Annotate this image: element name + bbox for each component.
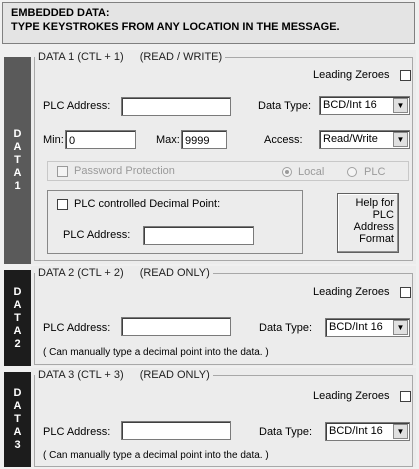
side-letter: A <box>13 400 22 412</box>
plc-address-label: PLC Address: <box>43 426 111 438</box>
plc-address-label: PLC Address: <box>43 100 111 112</box>
max-input[interactable] <box>181 130 227 149</box>
side-letter: 1 <box>14 180 21 192</box>
chevron-down-icon[interactable]: ▼ <box>393 98 408 113</box>
plc-address-label: PLC Address: <box>43 322 111 334</box>
access-select[interactable]: Read/Write ▼ <box>319 130 410 149</box>
data2-panel: DATA 2 (CTL + 2) (READ ONLY) Leading Zero… <box>31 266 416 366</box>
side-letter: 2 <box>14 337 21 350</box>
data-type-value: BCD/Int 16 <box>329 321 383 333</box>
data1-panel: DATA 1 (CTL + 1) (READ / WRITE) Leading Z… <box>31 50 416 264</box>
leading-zeroes-checkbox[interactable] <box>400 70 411 81</box>
plc-address-input[interactable] <box>121 421 231 440</box>
side-letter: A <box>13 141 22 153</box>
help-button-line: Address <box>353 221 394 233</box>
data-type-select[interactable]: BCD/Int 16 ▼ <box>319 96 410 115</box>
data3-mode: (READ ONLY) <box>139 369 210 381</box>
help-button-line: Help for <box>355 197 394 209</box>
data3-title: DATA 3 (CTL + 3) <box>38 369 124 381</box>
data2-legend: DATA 2 (CTL + 2) (READ ONLY) <box>35 267 213 279</box>
data-type-label: Data Type: <box>259 426 312 438</box>
help-plc-address-format-button[interactable]: Help for PLC Address Format <box>337 193 399 253</box>
data-type-select[interactable]: BCD/Int 16 ▼ <box>325 318 410 337</box>
side-letter: A <box>13 324 22 337</box>
data2-side-label: D A T A 2 <box>4 270 31 366</box>
data-type-label: Data Type: <box>259 322 312 334</box>
header-line-2: TYPE KEYSTROKES FROM ANY LOCATION IN THE… <box>11 21 340 33</box>
data1-side-label: D A T A 1 <box>4 57 31 264</box>
embedded-data-header: EMBEDDED DATA: TYPE KEYSTROKES FROM ANY … <box>2 2 415 44</box>
plc-decimal-address-input[interactable] <box>143 226 254 245</box>
data2-title: DATA 2 (CTL + 2) <box>38 267 124 279</box>
data1-legend: DATA 1 (CTL + 1) (READ / WRITE) <box>35 51 226 63</box>
plc-decimal-label: PLC controlled Decimal Point: <box>74 198 221 210</box>
plc-decimal-address-label: PLC Address: <box>63 229 131 241</box>
side-letter: T <box>14 311 21 324</box>
data2-mode: (READ ONLY) <box>139 267 210 279</box>
access-value: Read/Write <box>323 133 378 145</box>
side-letter: T <box>14 154 21 166</box>
local-radio[interactable] <box>282 167 292 177</box>
password-protection-label: Password Protection <box>74 165 175 177</box>
side-letter: D <box>13 285 22 298</box>
plc-radio-label: PLC <box>364 166 386 178</box>
plc-address-input[interactable] <box>121 317 231 336</box>
chevron-down-icon[interactable]: ▼ <box>393 320 408 335</box>
password-protection-checkbox[interactable] <box>57 166 68 177</box>
leading-zeroes-checkbox[interactable] <box>400 287 411 298</box>
chevron-down-icon[interactable]: ▼ <box>393 424 408 439</box>
side-letter: 3 <box>14 439 21 451</box>
data1-mode: (READ / WRITE) <box>139 51 223 63</box>
leading-zeroes-label: Leading Zeroes <box>313 390 390 402</box>
leading-zeroes-label: Leading Zeroes <box>313 69 390 81</box>
data-type-value: BCD/Int 16 <box>323 99 377 111</box>
data-type-value: BCD/Int 16 <box>329 425 383 437</box>
side-letter: A <box>13 167 22 179</box>
help-button-line: Format <box>359 233 394 245</box>
data3-panel: DATA 3 (CTL + 3) (READ ONLY) Leading Zero… <box>31 368 416 467</box>
data3-legend: DATA 3 (CTL + 3) (READ ONLY) <box>35 369 213 381</box>
min-label: Min: <box>43 134 64 146</box>
data-type-select[interactable]: BCD/Int 16 ▼ <box>325 422 410 441</box>
help-button-line: PLC <box>372 209 394 221</box>
plc-radio[interactable] <box>347 167 357 177</box>
side-letter: T <box>14 413 21 425</box>
chevron-down-icon[interactable]: ▼ <box>393 132 408 147</box>
min-input[interactable] <box>65 130 136 149</box>
leading-zeroes-checkbox[interactable] <box>400 391 411 402</box>
side-letter: D <box>13 387 22 399</box>
data1-title: DATA 1 (CTL + 1) <box>38 51 124 63</box>
local-radio-label: Local <box>298 166 325 178</box>
side-letter: D <box>13 128 22 140</box>
header-line-1: EMBEDDED DATA: <box>11 7 110 19</box>
leading-zeroes-label: Leading Zeroes <box>313 286 390 298</box>
side-letter: A <box>13 298 22 311</box>
data3-side-label: D A T A 3 <box>4 372 31 467</box>
access-label: Access: <box>264 134 303 146</box>
data-type-label: Data Type: <box>258 100 311 112</box>
decimal-note: ( Can manually type a decimal point into… <box>43 450 269 461</box>
max-label: Max: <box>156 134 180 146</box>
decimal-note: ( Can manually type a decimal point into… <box>43 347 269 358</box>
plc-address-input[interactable] <box>121 97 231 116</box>
plc-decimal-checkbox[interactable] <box>57 199 68 210</box>
side-letter: A <box>13 426 22 438</box>
